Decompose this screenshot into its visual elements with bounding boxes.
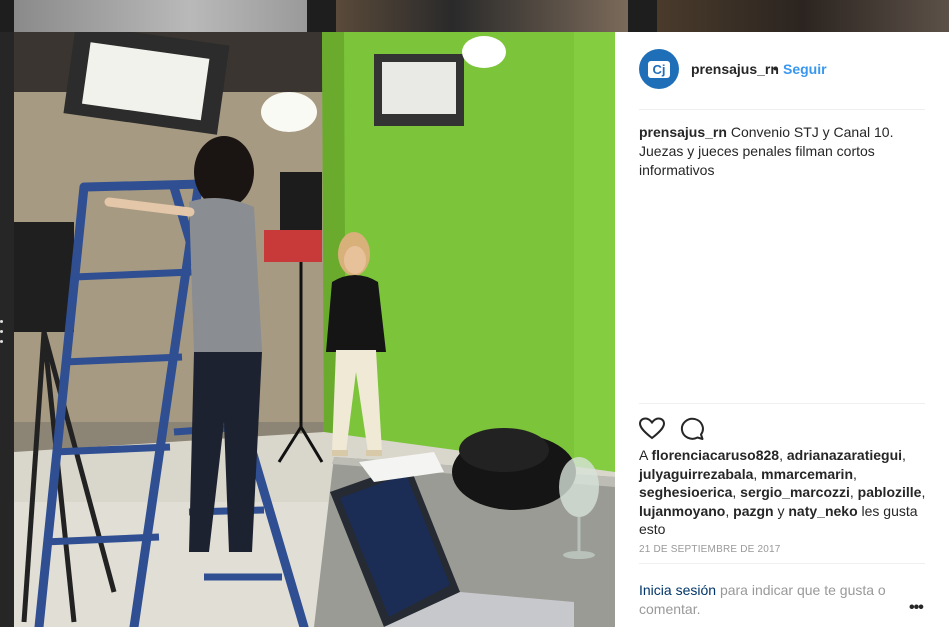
- background-thumbnail[interactable]: [657, 0, 949, 32]
- post-caption: prensajus_rn Convenio STJ y Canal 10. Ju…: [639, 123, 929, 180]
- header-divider: [639, 109, 925, 110]
- comment-icon[interactable]: [679, 416, 705, 442]
- post-photo[interactable]: [14, 32, 615, 627]
- liker-link[interactable]: sergio_marcozzi: [740, 484, 850, 500]
- likes-and: y: [777, 502, 785, 519]
- liker-link[interactable]: florenciacaruso828: [651, 447, 779, 463]
- post-modal: Cj prensajus_rn • Seguir prensajus_rn Co…: [14, 32, 949, 627]
- login-prompt: Inicia sesión para indicar que te gusta …: [639, 581, 899, 618]
- post-photo-illustration: [14, 32, 615, 627]
- post-side-panel: Cj prensajus_rn • Seguir prensajus_rn Co…: [615, 32, 949, 627]
- login-link[interactable]: Inicia sesión: [639, 582, 716, 598]
- liker-link[interactable]: seghesioerica: [639, 484, 732, 500]
- edge-dot: [0, 330, 3, 333]
- likes-prefix: A: [639, 447, 648, 463]
- username-link[interactable]: prensajus_rn: [691, 61, 779, 77]
- caption-username[interactable]: prensajus_rn: [639, 124, 727, 140]
- background-thumbnail-strip: [0, 0, 949, 32]
- post-header: Cj prensajus_rn • Seguir: [615, 32, 949, 109]
- separator-dot: •: [773, 60, 778, 76]
- liker-link[interactable]: pazgn: [733, 503, 773, 519]
- edge-dot: [0, 340, 3, 343]
- post-date[interactable]: 21 DE SEPTIEMBRE DE 2017: [639, 544, 781, 555]
- heart-icon[interactable]: [638, 416, 666, 442]
- login-divider: [639, 563, 925, 564]
- liker-link[interactable]: mmarcemarin: [761, 466, 853, 482]
- liker-link[interactable]: naty_neko: [788, 503, 857, 519]
- liker-link[interactable]: lujanmoyano: [639, 503, 725, 519]
- more-options-icon[interactable]: •••: [909, 599, 924, 617]
- avatar[interactable]: Cj: [639, 49, 679, 89]
- liker-link[interactable]: julyaguirrezabala: [639, 466, 753, 482]
- left-edge: [0, 32, 14, 627]
- avatar-logo-text: Cj: [648, 60, 670, 78]
- liker-link[interactable]: pablozille: [858, 484, 922, 500]
- actions-divider: [639, 403, 925, 404]
- background-thumbnail[interactable]: [336, 0, 628, 32]
- background-thumbnail[interactable]: [14, 0, 307, 32]
- follow-button[interactable]: Seguir: [783, 61, 827, 77]
- liker-link[interactable]: adrianazaratiegui: [787, 447, 902, 463]
- likes-section: A florenciacaruso828, adrianazaratiegui,…: [639, 447, 926, 537]
- edge-dot: [0, 320, 3, 323]
